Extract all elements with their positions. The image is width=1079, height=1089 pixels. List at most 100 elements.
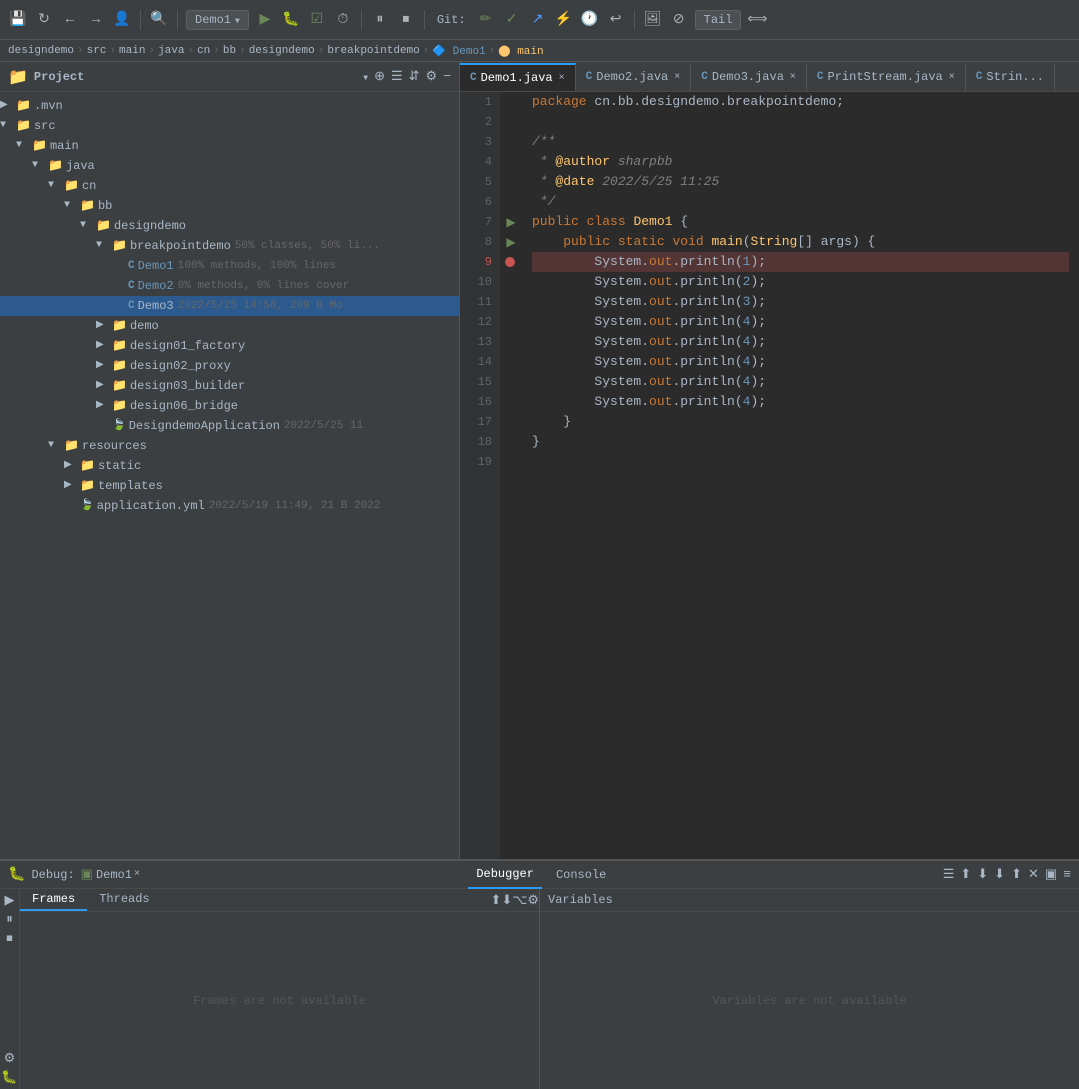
history-icon[interactable]: 🕐: [580, 10, 600, 30]
minimize-icon[interactable]: −: [443, 69, 451, 84]
back-icon[interactable]: ←: [60, 10, 80, 30]
tree-item-demo2[interactable]: C Demo2 0% methods, 0% lines cover: [0, 276, 459, 296]
close-icon[interactable]: ×: [949, 72, 955, 83]
tree-item-design02[interactable]: 📁 design02_proxy: [0, 356, 459, 376]
tree-item-templates[interactable]: 📁 templates: [0, 476, 459, 496]
pause-icon[interactable]: ⏸: [6, 912, 13, 927]
breadcrumb-item[interactable]: breakpointdemo: [327, 45, 419, 57]
tree-item-demo3[interactable]: C Demo3 2022/5/25 14:58, 209 B Mo: [0, 296, 459, 316]
tree-item-design06[interactable]: 📁 design06_bridge: [0, 396, 459, 416]
resume-icon[interactable]: ▶: [5, 893, 15, 908]
settings2-icon[interactable]: ⚙: [4, 1051, 16, 1066]
tab-strin[interactable]: C Strin...: [966, 63, 1055, 91]
layout-icon[interactable]: ▣: [1045, 867, 1057, 882]
tree-label: cn: [82, 177, 96, 195]
lines-icon[interactable]: ≡: [1063, 867, 1071, 882]
tail-button[interactable]: Tail: [695, 10, 742, 30]
search-icon[interactable]: 🔍: [149, 10, 169, 30]
java-icon: C: [586, 71, 593, 83]
indicator: [500, 272, 522, 292]
coverage-icon[interactable]: ☑: [307, 10, 327, 30]
breadcrumb-item[interactable]: cn: [197, 45, 210, 57]
close-icon[interactable]: ×: [790, 72, 796, 83]
breadcrumb-item[interactable]: bb: [223, 45, 236, 57]
debug-config-tab[interactable]: ▣ Demo1 ×: [81, 861, 140, 889]
up-frame-icon[interactable]: ⬆: [491, 893, 502, 908]
user-icon[interactable]: 👤: [112, 10, 132, 30]
down-frame-icon[interactable]: ⬇: [501, 893, 512, 908]
bug2-icon[interactable]: 🐛: [1, 1070, 17, 1085]
expand-icon[interactable]: ⇵: [409, 69, 420, 84]
breadcrumb-item[interactable]: ⬤ main: [498, 44, 543, 58]
stop-icon[interactable]: ⏸: [370, 10, 390, 30]
folder-icon: 📁: [112, 337, 127, 355]
stop2-icon[interactable]: ⏹: [6, 931, 13, 946]
tree-item-mvn[interactable]: 📁 .mvn: [0, 96, 459, 116]
tree-item-static[interactable]: 📁 static: [0, 456, 459, 476]
tab-printstream[interactable]: C PrintStream.java ×: [807, 63, 966, 91]
breadcrumb-item[interactable]: designdemo: [249, 45, 315, 57]
menu-icon[interactable]: ☰: [943, 867, 955, 882]
tree-item-java[interactable]: 📁 java: [0, 156, 459, 176]
tree-item-application-yml[interactable]: 🍃 application.yml 2022/5/19 11:49, 21 B …: [0, 496, 459, 516]
down-icon[interactable]: ⬇: [977, 867, 988, 882]
console-tab-label: Console: [556, 868, 606, 882]
filter-icon[interactable]: ⌥: [512, 893, 527, 908]
tree-item-demo1[interactable]: C Demo1 100% methods, 100% lines: [0, 256, 459, 276]
frames-tab[interactable]: Frames: [20, 889, 87, 911]
breadcrumb-item[interactable]: 🔷 Demo1: [432, 44, 485, 58]
save-icon[interactable]: 💾: [8, 10, 28, 30]
screenshot-icon[interactable]: 🖼: [643, 10, 663, 30]
breadcrumb-item[interactable]: designdemo: [8, 45, 74, 57]
console-tab[interactable]: Console: [548, 861, 614, 889]
add-icon[interactable]: ⊕: [374, 69, 385, 84]
translate-icon[interactable]: ⟺: [747, 10, 767, 30]
tree-item-src[interactable]: 📁 src: [0, 116, 459, 136]
git-check-icon[interactable]: ✓: [502, 10, 522, 30]
tree-item-design03[interactable]: 📁 design03_builder: [0, 376, 459, 396]
tree-item-main[interactable]: 📁 main: [0, 136, 459, 156]
block-icon[interactable]: ⊘: [669, 10, 689, 30]
up-icon[interactable]: ⬆: [960, 867, 971, 882]
stop-icon[interactable]: ✕: [1028, 867, 1039, 882]
tree-item-demo[interactable]: 📁 demo: [0, 316, 459, 336]
gear-icon[interactable]: ⚙: [527, 893, 539, 908]
threads-tab[interactable]: Threads: [87, 889, 161, 911]
forward-icon[interactable]: →: [86, 10, 106, 30]
tree-item-designdemo[interactable]: 📁 designdemo: [0, 216, 459, 236]
breadcrumb-item[interactable]: main: [119, 45, 145, 57]
bug-icon[interactable]: 🐛: [281, 10, 301, 30]
tree-item-bb[interactable]: 📁 bb: [0, 196, 459, 216]
tree-item-design01[interactable]: 📁 design01_factory: [0, 336, 459, 356]
git-pencil-icon[interactable]: ✏: [476, 10, 496, 30]
run-config[interactable]: Demo1: [186, 10, 249, 30]
tab-demo1[interactable]: C Demo1.java ×: [460, 63, 576, 91]
close-icon[interactable]: ×: [134, 869, 140, 880]
run-icon[interactable]: ▶: [255, 10, 275, 30]
debugger-tab[interactable]: Debugger: [468, 861, 542, 889]
tree-item-resources[interactable]: 📁 resources: [0, 436, 459, 456]
code-content[interactable]: package cn.bb.designdemo.breakpointdemo;…: [522, 92, 1079, 859]
git-push-icon[interactable]: ↗: [528, 10, 548, 30]
profile-icon[interactable]: ⏱: [333, 10, 353, 30]
file-tree: 📁 .mvn 📁 src 📁 main 📁 java: [0, 92, 459, 859]
stop2-icon[interactable]: ⏹: [396, 10, 416, 30]
undo-icon[interactable]: ↩: [606, 10, 626, 30]
breadcrumb-item[interactable]: src: [87, 45, 107, 57]
variables-panel: Variables Variables are not available: [540, 889, 1079, 1089]
close-icon[interactable]: ×: [674, 72, 680, 83]
line-number: 18: [460, 432, 492, 452]
close-icon[interactable]: ×: [559, 73, 565, 84]
up2-icon[interactable]: ⬆: [1011, 867, 1022, 882]
tree-item-breakpointdemo[interactable]: 📁 breakpointdemo 50% classes, 50% li...: [0, 236, 459, 256]
refresh-icon[interactable]: ↻: [34, 10, 54, 30]
tree-item-cn[interactable]: 📁 cn: [0, 176, 459, 196]
settings-icon[interactable]: ⚙: [426, 69, 438, 84]
collapse-all-icon[interactable]: ☰: [391, 69, 403, 84]
down2-icon[interactable]: ⬇: [994, 867, 1005, 882]
tab-demo3[interactable]: C Demo3.java ×: [691, 63, 807, 91]
git-branch-icon[interactable]: ⚡: [554, 10, 574, 30]
breadcrumb-item[interactable]: java: [158, 45, 184, 57]
tab-demo2[interactable]: C Demo2.java ×: [576, 63, 692, 91]
tree-item-designdemoapplication[interactable]: 🍃 DesigndemoApplication 2022/5/25 11: [0, 416, 459, 436]
